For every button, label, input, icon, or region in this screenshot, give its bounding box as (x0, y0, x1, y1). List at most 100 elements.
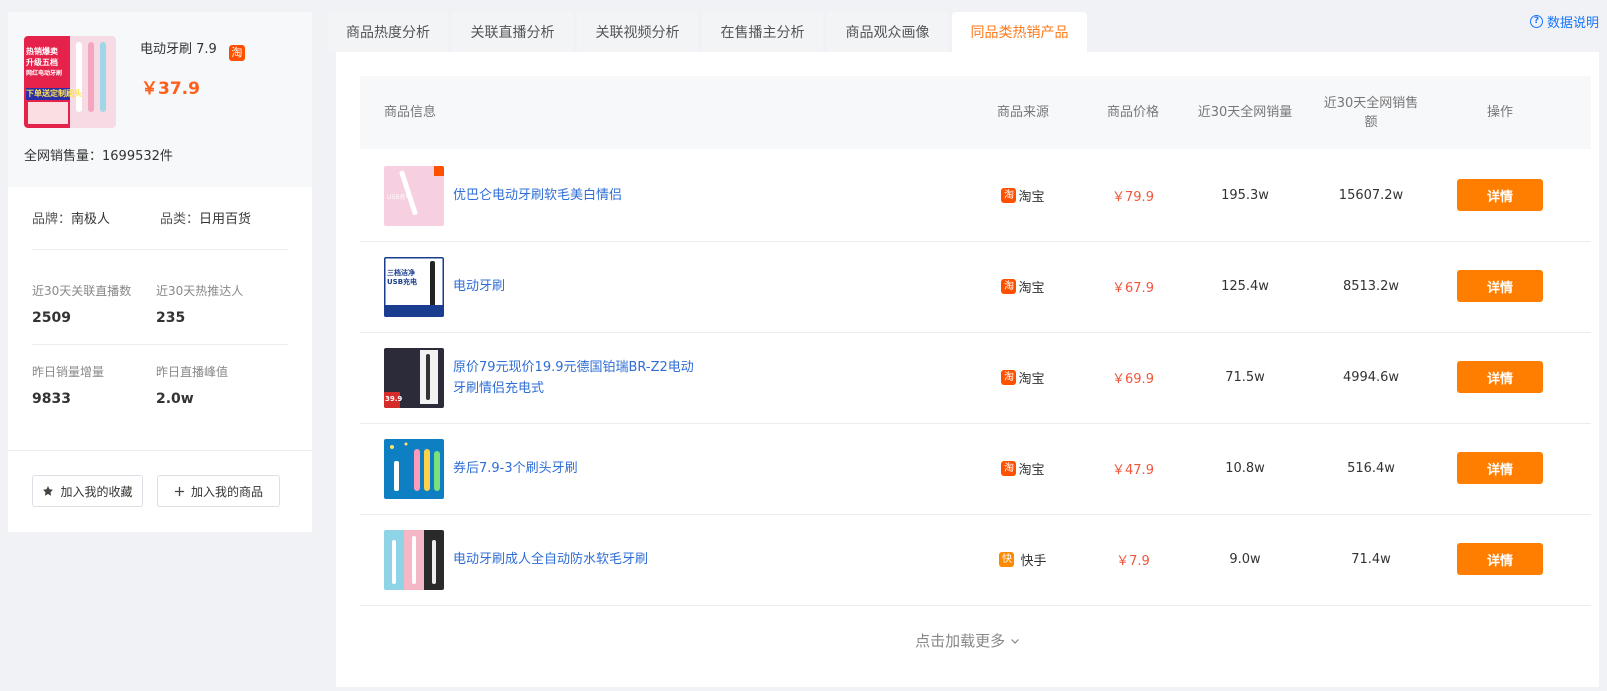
tab-live-analysis[interactable]: 关联直播分析 (452, 12, 573, 52)
detail-button[interactable]: 详情 (1457, 179, 1543, 211)
price-cell: ￥79.9 (1112, 190, 1154, 205)
header-action: 操作 (1486, 105, 1513, 120)
taobao-icon: 淘 (228, 45, 245, 61)
stat-value-live-peak: 2.0w (156, 391, 194, 407)
stat-value-live-count: 2509 (32, 310, 71, 326)
sales-cell: 71.5w (1225, 370, 1265, 385)
product-title-link[interactable]: 电动牙刷成人全自动防水软毛牙刷 (453, 513, 698, 606)
help-icon: ? (1529, 15, 1543, 28)
thumb-line-1: 热销爆卖 (26, 47, 58, 56)
taobao-icon: 淘 (1001, 461, 1017, 476)
source-cell: 淘淘宝 (980, 422, 1066, 515)
source-cell: 快快手 (980, 513, 1066, 606)
price-cell: ￥47.9 (1112, 463, 1154, 478)
product-thumbnail[interactable]: 热销爆卖 升级五档 网红电动牙刷 下单送定制刷头 (24, 36, 116, 128)
amount-cell: 15607.2w (1338, 188, 1404, 203)
table-header: 商品信息 商品来源 商品价格 近30天全网销量 近30天全网销售额 操作 (360, 76, 1591, 149)
detail-button[interactable]: 详情 (1457, 543, 1543, 575)
detail-button[interactable]: 详情 (1457, 361, 1543, 393)
header-sales-30d: 近30天全网销量 (1197, 105, 1293, 120)
product-title-link[interactable]: 优巴仑电动牙刷软毛美白情侣 (453, 149, 698, 242)
stat-label-sales-increase: 昨日销量增量 (32, 365, 105, 379)
source-text: 淘宝 (1018, 281, 1045, 296)
load-more-button[interactable]: 点击加载更多 (336, 630, 1599, 651)
source-text: 快手 (1020, 554, 1047, 569)
table-row: 电动牙刷成人全自动防水软毛牙刷 快快手 ￥7.9 9.0w 71.4w 详情 (360, 513, 1591, 606)
stat-value-sales-increase: 9833 (32, 391, 71, 407)
table-row: 券后7.9-3个刷头牙刷 淘淘宝 ￥47.9 10.8w 516.4w 详情 (360, 422, 1591, 515)
add-to-my-products-button[interactable]: 加入我的商品 (157, 475, 280, 507)
detail-button[interactable]: 详情 (1457, 452, 1543, 484)
sales-cell: 195.3w (1221, 188, 1269, 203)
row-thumbnail[interactable] (384, 439, 444, 499)
divider (32, 344, 288, 345)
amount-cell: 8513.2w (1342, 279, 1400, 294)
stat-label-live-peak: 昨日直播峰值 (156, 365, 229, 379)
load-more-label: 点击加载更多 (915, 632, 1006, 650)
category-row: 品类：日用百货 (160, 208, 251, 227)
detail-button[interactable]: 详情 (1457, 270, 1543, 302)
stat-value-hot-streamers: 235 (156, 310, 186, 326)
add-to-favorites-label: 加入我的收藏 (60, 484, 133, 499)
thumb-line-4: 下单送定制刷头 (26, 89, 82, 98)
sales-cell: 9.0w (1229, 552, 1261, 567)
row-thumbnail[interactable]: 39.9 (384, 348, 444, 408)
category-label: 品类： (160, 212, 200, 227)
plus-icon (174, 486, 185, 496)
taobao-icon: 淘 (1001, 370, 1017, 385)
source-text: 淘宝 (1018, 190, 1045, 205)
thumb-line-3: 网红电动牙刷 (26, 70, 63, 77)
price-cell: ￥69.9 (1112, 372, 1154, 387)
amount-cell: 4994.6w (1342, 370, 1400, 385)
row-thumbnail[interactable]: USB充电 (384, 166, 444, 226)
stat-label-hot-streamers: 近30天热推达人 (156, 284, 244, 298)
tab-video-analysis[interactable]: 关联视频分析 (577, 12, 698, 52)
thumb-caption: USB充电 (387, 194, 412, 201)
product-title-link[interactable]: 原价79元现价19.9元德国铂瑞BR-Z2电动牙刷情侣充电式 (453, 331, 698, 424)
table-row: 39.9 原价79元现价19.9元德国铂瑞BR-Z2电动牙刷情侣充电式 淘淘宝 … (360, 331, 1591, 424)
brand-value: 南极人 (71, 212, 111, 227)
product-name: 电动牙刷 7.9 淘 (140, 38, 245, 61)
divider (32, 249, 288, 250)
source-text: 淘宝 (1018, 463, 1045, 478)
taobao-icon: 淘 (1001, 188, 1017, 203)
category-value: 日用百货 (199, 212, 252, 227)
amount-cell: 71.4w (1351, 552, 1391, 567)
kuaishou-icon: 快 (999, 552, 1015, 567)
product-price: ￥37.9 (141, 79, 200, 99)
header-price: 商品价格 (1106, 105, 1159, 120)
taobao-icon: 淘 (1001, 279, 1017, 294)
price-cell: ￥67.9 (1112, 281, 1154, 296)
header-product-info: 商品信息 (384, 105, 437, 120)
table-row: 三档洁净 USB充电 电动牙刷 淘淘宝 ￥67.9 125.4w 8513.2w… (360, 240, 1591, 333)
tab-streamer-analysis[interactable]: 在售播主分析 (702, 12, 823, 52)
source-cell: 淘淘宝 (980, 331, 1066, 424)
source-cell: 淘淘宝 (980, 149, 1066, 242)
source-text: 淘宝 (1018, 372, 1045, 387)
product-info-card: 品牌：南极人 品类：日用百货 近30天关联直播数 2509 近30天热推达人 2… (8, 187, 312, 532)
brand-label: 品牌： (32, 212, 72, 227)
header-amount-30d: 近30天全网销售额 (1323, 95, 1419, 130)
product-title-link[interactable]: 券后7.9-3个刷头牙刷 (453, 422, 698, 515)
product-title-link[interactable]: 电动牙刷 (453, 240, 698, 333)
thumb-caption: 三档洁净 USB充电 (387, 269, 418, 286)
price-cell: ￥7.9 (1116, 554, 1150, 569)
product-summary: 热销爆卖 升级五档 网红电动牙刷 下单送定制刷头 电动牙刷 7.9 淘 ￥37.9… (8, 12, 312, 187)
add-to-favorites-button[interactable]: 加入我的收藏 (32, 475, 143, 507)
star-icon (43, 486, 54, 496)
header-source: 商品来源 (996, 105, 1049, 120)
thumb-caption: 39.9 (385, 395, 403, 403)
row-thumbnail[interactable]: 三档洁净 USB充电 (384, 257, 444, 317)
tab-category-hot-products[interactable]: 同品类热销产品 (952, 12, 1087, 52)
chevron-down-icon (1010, 639, 1019, 644)
row-thumbnail[interactable] (384, 530, 444, 590)
total-sales: 全网销售量：1699532件 (24, 149, 173, 164)
thumb-line-2: 升级五档 (26, 58, 58, 67)
data-help-link[interactable]: ? 数据说明 (1529, 12, 1599, 31)
tab-hotness-analysis[interactable]: 商品热度分析 (328, 12, 448, 52)
data-help-label: 数据说明 (1546, 16, 1599, 31)
stat-label-live-count: 近30天关联直播数 (32, 284, 132, 298)
tab-audience-profile[interactable]: 商品观众画像 (827, 12, 948, 52)
amount-cell: 516.4w (1347, 461, 1395, 476)
divider (8, 450, 312, 451)
